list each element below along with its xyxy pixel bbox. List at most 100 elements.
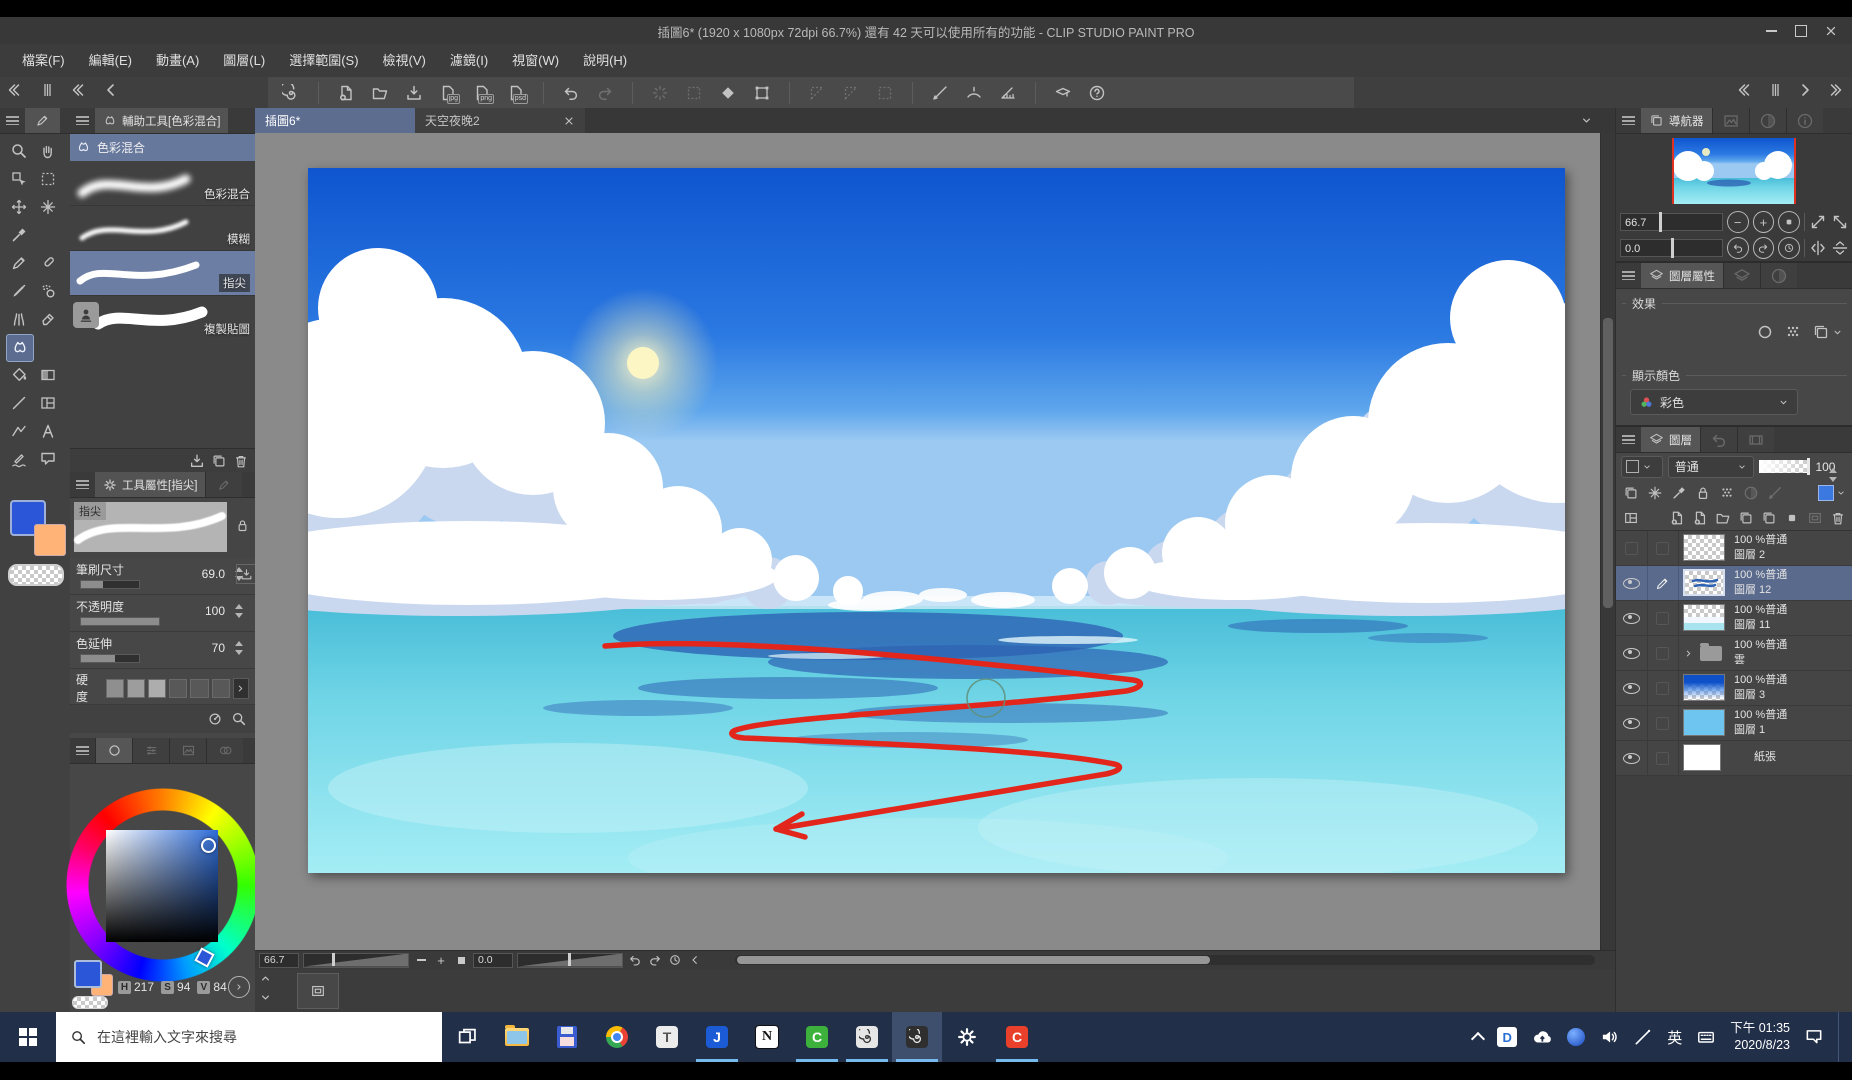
save-app-icon[interactable] [542, 1012, 592, 1062]
scroll-up-icon[interactable] [259, 972, 272, 990]
figure-tool[interactable] [6, 390, 32, 416]
nav-rotate-right-button[interactable] [1752, 237, 1775, 259]
opacity-value[interactable]: 100 [205, 604, 225, 618]
tool-panel-tab[interactable] [25, 108, 60, 133]
menu-selection[interactable]: 選擇範圍(S) [277, 44, 370, 77]
clip-studio-logo-icon[interactable] [278, 81, 304, 105]
ime-language-indicator[interactable]: 英 [1667, 1027, 1682, 1048]
menu-animation[interactable]: 動畫(A) [144, 44, 211, 77]
layer-thumbnail[interactable] [1683, 674, 1725, 701]
help-button[interactable] [1084, 81, 1110, 105]
pen-tablet-icon[interactable] [1633, 1027, 1653, 1047]
menu-filter[interactable]: 濾鏡(I) [438, 44, 500, 77]
balloon-tool[interactable] [35, 446, 61, 472]
canvas-painting[interactable] [308, 168, 1565, 873]
canvas-viewport[interactable] [255, 133, 1600, 950]
nav-flip-vertical-icon[interactable] [1831, 239, 1849, 257]
brush-tool[interactable] [6, 278, 32, 304]
clip-to-layer-below-icon[interactable] [1623, 485, 1639, 501]
rotate-left-button[interactable] [627, 952, 643, 968]
auto-select-tool[interactable] [35, 194, 61, 220]
new-file-button[interactable] [333, 81, 359, 105]
hardness-level-2[interactable] [126, 678, 146, 698]
tab-list-chevron-icon[interactable] [1580, 114, 1593, 127]
nav-flip-horizontal-icon[interactable] [1809, 239, 1827, 257]
frame-border-tool[interactable] [35, 390, 61, 416]
pen-tool[interactable] [6, 250, 32, 276]
text-tool[interactable] [35, 418, 61, 444]
redo-button[interactable] [592, 81, 618, 105]
display-color-dropdown[interactable]: 彩色 [1630, 389, 1798, 415]
zoom-out-button[interactable] [413, 952, 429, 968]
object-tool[interactable] [6, 166, 32, 192]
layer-thumbnail[interactable] [1683, 604, 1725, 631]
onedrive-icon[interactable] [1531, 1026, 1553, 1048]
sub-tool-tab[interactable]: 輔助工具[色彩混合] [95, 108, 229, 133]
show-desktop-button[interactable] [1838, 1012, 1844, 1062]
draft-layer-icon[interactable] [1671, 485, 1687, 501]
vertical-scrollbar[interactable] [1600, 133, 1615, 950]
paper-thumbnail[interactable] [1683, 744, 1721, 771]
subtool-item-blend[interactable]: 色彩混合 [70, 161, 255, 206]
layer-list-options-icon[interactable] [1623, 510, 1639, 526]
horizontal-scroll-thumb[interactable] [737, 956, 1210, 964]
color-mode-toggle-button[interactable] [228, 976, 250, 998]
collapse-left-icon[interactable] [6, 81, 24, 99]
layer-visibility-toggle[interactable] [1616, 636, 1648, 670]
nav-rotate-reset-button[interactable] [1778, 237, 1801, 259]
nav-rotate-left-button[interactable] [1726, 237, 1749, 259]
tab-layer-search[interactable] [1723, 263, 1760, 288]
tool-property-tab[interactable]: 工具屬性[指尖] [95, 472, 206, 497]
nav-zoom-out-button[interactable]: − [1726, 211, 1749, 233]
tab-color-wheel[interactable] [95, 738, 132, 763]
navigator-zoom-handle[interactable] [1659, 212, 1662, 232]
export-psd-button[interactable]: psd [503, 81, 529, 105]
layer-visibility-toggle[interactable] [1616, 566, 1648, 600]
tutorial-button[interactable] [1050, 81, 1076, 105]
tab-layers[interactable]: 圖層 [1641, 427, 1700, 452]
undo-button[interactable] [558, 81, 584, 105]
file-explorer-icon[interactable] [492, 1012, 542, 1062]
layer-edit-cell[interactable] [1647, 636, 1679, 670]
new-folder-icon[interactable] [1715, 510, 1731, 526]
layer-thumbnail[interactable] [1683, 709, 1725, 736]
zoom-reset-button[interactable] [453, 952, 469, 968]
notion-icon[interactable]: N [742, 1012, 792, 1062]
blue-sphere-tray-icon[interactable] [1567, 1028, 1586, 1046]
tab-layer-property[interactable]: 圖層屬性 [1641, 263, 1723, 288]
selection-border-button[interactable] [804, 81, 830, 105]
brush-size-slider[interactable] [80, 580, 140, 589]
lasso-select-tool[interactable] [35, 166, 61, 192]
layer-row[interactable]: 100 %普通 圖層 3 [1616, 671, 1852, 706]
vertical-scroll-thumb[interactable] [1603, 318, 1613, 608]
ruler-layer-icon[interactable] [1767, 485, 1783, 501]
start-button[interactable] [0, 1012, 56, 1062]
decoration-tool[interactable] [6, 306, 32, 332]
zoom-value[interactable]: 66.7 [259, 952, 299, 968]
rotation-slider[interactable] [517, 952, 623, 968]
nav-zoom-in-button[interactable]: + [1752, 211, 1775, 233]
apply-mask-icon[interactable] [1807, 510, 1823, 526]
subtool-item-fingertip-selected[interactable]: 指尖 [70, 251, 255, 296]
lock-layer-icon[interactable] [1695, 485, 1711, 501]
transparent-color-swatch[interactable] [8, 564, 64, 586]
layer-visibility-toggle[interactable] [1616, 601, 1648, 635]
layer-edit-cell[interactable] [1647, 531, 1679, 565]
selection-fill-button[interactable] [838, 81, 864, 105]
detail-settings-icon[interactable] [231, 711, 247, 727]
tab-color-mixer[interactable] [206, 738, 243, 763]
capcut-green-icon[interactable]: C [792, 1012, 842, 1062]
new-vector-layer-icon[interactable] [1692, 510, 1708, 526]
delete-layer-icon[interactable] [1830, 510, 1846, 526]
hardness-level-3[interactable] [148, 678, 167, 698]
border-effect-icon[interactable] [1756, 323, 1774, 341]
fill-tool[interactable] [6, 362, 32, 388]
move-layer-tool[interactable] [6, 194, 32, 220]
export-png-button[interactable]: png [469, 81, 495, 105]
nav-fit-screen-icon[interactable] [1809, 213, 1827, 231]
tab-sub-view[interactable] [1711, 108, 1749, 133]
ruler-tool[interactable] [6, 418, 32, 444]
layer-color-chip[interactable] [1818, 484, 1846, 501]
folder-expand-caret[interactable] [1680, 636, 1696, 670]
layer-folder-row[interactable]: 100 %普通雲 [1616, 636, 1852, 671]
